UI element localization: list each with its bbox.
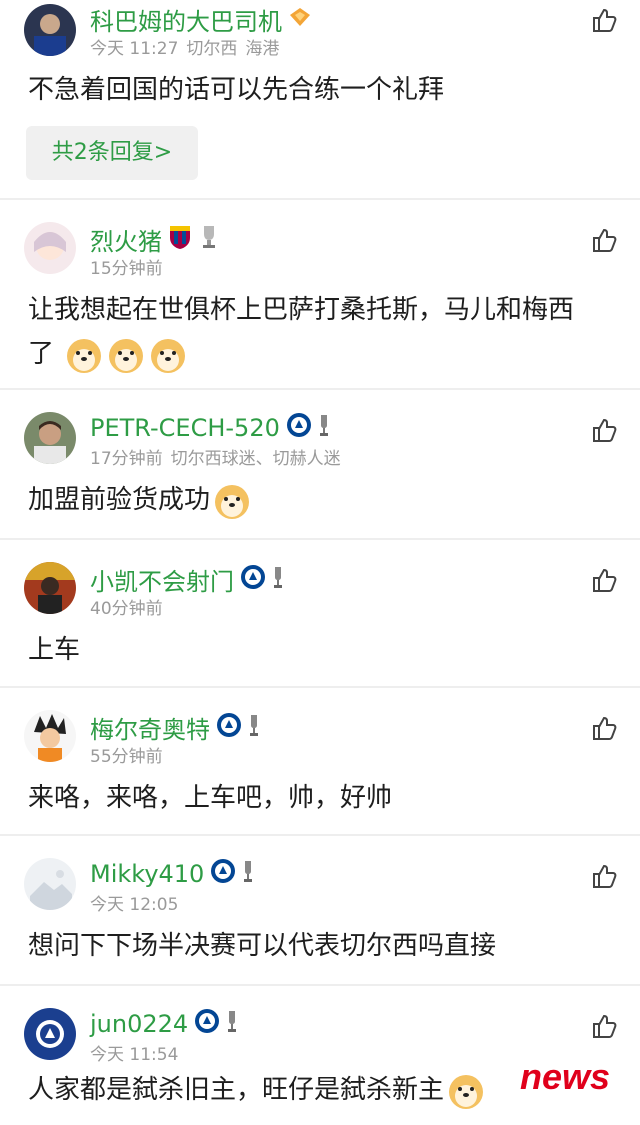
comment-item: 梅尔奇奥特 55分钟前 来咯，来咯，上车吧，帅，好帅 xyxy=(0,688,640,836)
chelsea-badge-icon xyxy=(210,858,236,890)
doge-emoji xyxy=(64,335,104,375)
thumbs-up-icon[interactable] xyxy=(590,6,618,34)
comment-item: Mikky410 今天 12:05 想问下下场半决赛可以代表切尔西吗直接 xyxy=(0,836,640,986)
thumbs-up-icon[interactable] xyxy=(590,1012,618,1040)
trophy-icon xyxy=(248,713,260,743)
username[interactable]: Mikky410 xyxy=(90,858,254,890)
comment-item: 科巴姆的大巴司机 今天 11:27 切尔西 海港 不急着回国的话可以先合练一个礼拜 … xyxy=(0,0,640,200)
thumbs-up-icon[interactable] xyxy=(590,416,618,444)
trophy-icon xyxy=(242,859,254,889)
vip-diamond-icon xyxy=(288,6,312,34)
comment-text: 了 xyxy=(28,332,188,376)
username[interactable]: PETR-CECH-520 xyxy=(90,412,330,444)
news-watermark: news xyxy=(519,1056,610,1097)
avatar[interactable] xyxy=(24,222,76,274)
avatar[interactable] xyxy=(24,412,76,464)
username[interactable]: 梅尔奇奥特 xyxy=(90,710,260,745)
comment-item: 烈火猪 15分钟前 让我想起在世俱杯上巴萨打桑托斯，马儿和梅西 了 xyxy=(0,200,640,390)
view-replies-button[interactable]: 共2条回复> xyxy=(26,126,198,180)
comment-meta: 55分钟前 xyxy=(90,747,163,767)
comment-meta: 15分钟前 xyxy=(90,259,163,279)
doge-emoji xyxy=(106,335,146,375)
chelsea-badge-icon xyxy=(194,1008,220,1040)
thumbs-up-icon[interactable] xyxy=(590,226,618,254)
doge-emoji xyxy=(212,481,252,521)
username[interactable]: 烈火猪 xyxy=(90,222,220,257)
club-badge-icon xyxy=(168,224,192,256)
username[interactable]: 科巴姆的大巴司机 xyxy=(90,2,312,37)
username[interactable]: 小凯不会射门 xyxy=(90,562,284,597)
avatar[interactable] xyxy=(24,562,76,614)
comment-item: PETR-CECH-520 17分钟前 切尔西球迷、切赫人迷 加盟前验货成功 xyxy=(0,390,640,540)
thumbs-up-icon[interactable] xyxy=(590,714,618,742)
chelsea-badge-icon xyxy=(216,712,242,744)
comment-meta: 今天 11:54 xyxy=(90,1045,179,1065)
comment-text: 上车 xyxy=(28,635,81,665)
doge-emoji xyxy=(446,1071,486,1111)
comment-text: 人家都是弑杀旧主，旺仔是弑杀新主 xyxy=(28,1068,486,1112)
comment-text: 想问下下场半决赛可以代表切尔西吗直接 xyxy=(28,931,497,961)
comment-text: 来咯，来咯，上车吧，帅，好帅 xyxy=(28,783,393,813)
comment-text: 加盟前验货成功 xyxy=(28,478,252,522)
chelsea-badge-icon xyxy=(286,412,312,444)
comment-meta: 17分钟前 切尔西球迷、切赫人迷 xyxy=(90,449,341,469)
comment-meta: 40分钟前 xyxy=(90,599,163,619)
thumbs-up-icon[interactable] xyxy=(590,566,618,594)
chelsea-badge-icon xyxy=(240,564,266,596)
trophy-icon xyxy=(226,1009,238,1039)
avatar[interactable] xyxy=(24,1008,76,1060)
comment-text: 让我想起在世俱杯上巴萨打桑托斯，马儿和梅西 xyxy=(28,295,575,325)
trophy-icon xyxy=(272,565,284,595)
avatar[interactable] xyxy=(24,710,76,762)
avatar[interactable] xyxy=(24,858,76,910)
thumbs-up-icon[interactable] xyxy=(590,862,618,890)
trophy-icon xyxy=(318,413,330,443)
comment-item: 小凯不会射门 40分钟前 上车 xyxy=(0,540,640,688)
comment-text: 不急着回国的话可以先合练一个礼拜 xyxy=(28,75,445,105)
comment-meta: 今天 12:05 xyxy=(90,895,179,915)
avatar[interactable] xyxy=(24,4,76,56)
trophy-icon xyxy=(198,224,220,256)
doge-emoji xyxy=(148,335,188,375)
username[interactable]: jun0224 xyxy=(90,1008,238,1040)
comment-meta: 今天 11:27 切尔西 海港 xyxy=(90,39,280,59)
